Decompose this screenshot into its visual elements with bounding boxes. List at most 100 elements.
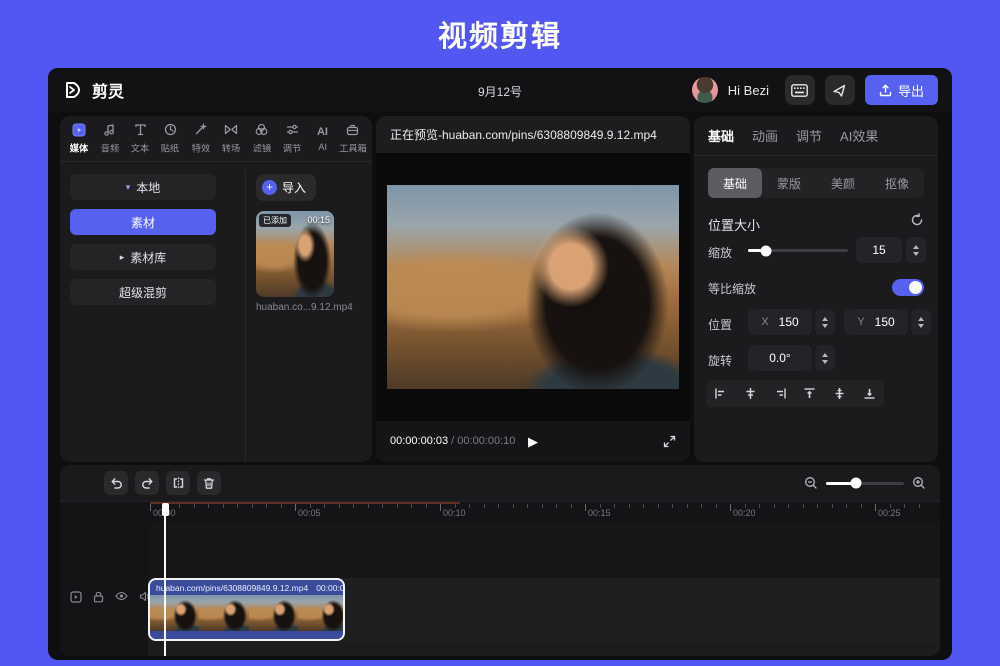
keyboard-icon bbox=[791, 84, 808, 97]
export-label: 导出 bbox=[898, 81, 924, 100]
tab-adjustment[interactable]: 调节 bbox=[796, 126, 822, 145]
position-size-title: 位置大小 bbox=[708, 215, 760, 234]
timeline-ruler[interactable]: 00:00 00:05 00:10 00:15 00:20 00:25 bbox=[60, 501, 940, 523]
caret-right-icon: ▸ bbox=[120, 252, 125, 263]
redo-icon bbox=[141, 477, 154, 489]
position-x-stepper[interactable] bbox=[815, 309, 835, 335]
import-button[interactable]: + 导入 bbox=[256, 174, 316, 201]
timeline-zoom-slider[interactable] bbox=[826, 482, 904, 485]
chevron-up-icon bbox=[913, 245, 919, 249]
timeline-zoom-knob[interactable] bbox=[850, 478, 861, 489]
reset-button[interactable] bbox=[910, 213, 924, 227]
tab-text[interactable]: 文本 bbox=[125, 116, 155, 161]
zoom-out-icon[interactable] bbox=[804, 476, 818, 490]
position-y-stepper[interactable] bbox=[911, 309, 931, 335]
play-button[interactable]: ▶ bbox=[528, 434, 538, 450]
scale-value-input[interactable]: 15 bbox=[856, 237, 902, 263]
export-button[interactable]: 导出 bbox=[865, 75, 938, 105]
segment-mask[interactable]: 蒙版 bbox=[762, 168, 816, 198]
tab-transition[interactable]: 转场 bbox=[216, 116, 246, 161]
timeline-clip[interactable]: huaban.com/pins/6308809849.9.12.mp4 00:0… bbox=[148, 578, 345, 641]
inspector-tab-bar: 基础 动画 调节 AI效果 bbox=[694, 116, 938, 156]
align-top-button[interactable] bbox=[795, 380, 825, 407]
rotate-label: 旋转 bbox=[708, 352, 732, 369]
align-center-v-button[interactable] bbox=[825, 380, 855, 407]
scale-stepper[interactable] bbox=[906, 237, 926, 263]
timeline-tracks: huaban.com/pins/6308809849.9.12.mp4 00:0… bbox=[60, 523, 940, 656]
align-left-button[interactable] bbox=[706, 380, 736, 407]
preview-viewport[interactable] bbox=[376, 154, 690, 420]
nav-local[interactable]: ▾ 本地 bbox=[70, 174, 216, 200]
tab-effects[interactable]: 特效 bbox=[186, 116, 216, 161]
rotate-stepper[interactable] bbox=[815, 345, 835, 371]
empty-track[interactable] bbox=[148, 642, 940, 656]
chevron-up-icon bbox=[822, 317, 828, 321]
preview-video-frame[interactable] bbox=[387, 185, 679, 389]
position-y-input[interactable]: Y150 bbox=[844, 309, 908, 335]
playhead-grip[interactable] bbox=[162, 503, 169, 516]
chevron-down-icon bbox=[913, 252, 919, 256]
shortcuts-button[interactable] bbox=[785, 75, 815, 105]
toolbox-icon bbox=[345, 122, 360, 137]
tab-toolbox[interactable]: 工具箱 bbox=[338, 116, 368, 161]
timecode: 00:00:00:03 / 00:00:00:10 bbox=[390, 435, 515, 447]
preview-title: 正在预览-huaban.com/pins/6308809849.9.12.mp4 bbox=[390, 126, 657, 143]
nav-super-mix[interactable]: 超级混剪 bbox=[70, 279, 216, 305]
media-tab-bar: 媒体 音频 文本 贴纸 bbox=[60, 116, 372, 162]
media-thumbnail[interactable]: 已添加 00:15 bbox=[256, 211, 334, 297]
zoom-in-icon[interactable] bbox=[912, 476, 926, 490]
position-label: 位置 bbox=[708, 316, 732, 333]
uniform-scale-toggle[interactable] bbox=[892, 279, 924, 296]
nav-material-library[interactable]: ▸ 素材库 bbox=[70, 244, 216, 270]
align-center-h-button[interactable] bbox=[736, 380, 766, 407]
tab-basic[interactable]: 基础 bbox=[708, 126, 734, 145]
tab-audio[interactable]: 音频 bbox=[94, 116, 124, 161]
redo-button[interactable] bbox=[135, 471, 159, 495]
segment-keying[interactable]: 抠像 bbox=[870, 168, 924, 198]
user-avatar[interactable] bbox=[692, 77, 718, 103]
thumbnail-duration: 00:15 bbox=[307, 215, 330, 225]
tab-ai-effects[interactable]: AI效果 bbox=[840, 126, 878, 145]
media-icon bbox=[72, 122, 87, 137]
scale-slider-knob[interactable] bbox=[761, 245, 772, 256]
eye-icon[interactable] bbox=[115, 591, 128, 603]
tab-adjust[interactable]: 调节 bbox=[277, 116, 307, 161]
align-center-h-icon bbox=[744, 387, 757, 400]
scale-slider[interactable] bbox=[748, 249, 848, 252]
ai-icon: AI bbox=[315, 124, 330, 139]
thumbnail-filename: huaban.co...9.12.mp4 bbox=[256, 302, 366, 313]
playhead[interactable] bbox=[164, 503, 166, 656]
segment-beauty[interactable]: 美颜 bbox=[816, 168, 870, 198]
align-center-v-icon bbox=[833, 387, 846, 400]
position-x-input[interactable]: X150 bbox=[748, 309, 812, 335]
sticker-icon bbox=[163, 122, 178, 137]
fullscreen-icon bbox=[663, 435, 676, 448]
tab-filter[interactable]: 滤镜 bbox=[246, 116, 276, 161]
split-button[interactable] bbox=[166, 471, 190, 495]
nav-material[interactable]: 素材 bbox=[70, 209, 216, 235]
align-top-icon bbox=[803, 387, 816, 400]
tab-ai[interactable]: AI AI bbox=[307, 116, 337, 161]
fullscreen-button[interactable] bbox=[663, 435, 676, 448]
rotate-input[interactable]: 0.0° bbox=[748, 345, 812, 371]
align-right-button[interactable] bbox=[765, 380, 795, 407]
timeline-toolbar bbox=[60, 465, 940, 501]
delete-button[interactable] bbox=[197, 471, 221, 495]
tab-animation[interactable]: 动画 bbox=[752, 126, 778, 145]
tab-sticker[interactable]: 贴纸 bbox=[155, 116, 185, 161]
lock-icon[interactable] bbox=[93, 591, 104, 603]
align-bottom-button[interactable] bbox=[854, 380, 884, 407]
user-greeting: Hi Bezi bbox=[728, 83, 769, 98]
text-icon bbox=[133, 122, 148, 137]
undo-button[interactable] bbox=[104, 471, 128, 495]
page-title: 视频剪辑 bbox=[0, 13, 1000, 55]
tab-media[interactable]: 媒体 bbox=[64, 116, 94, 161]
clip-duration: 00:00:00:15 bbox=[316, 583, 345, 593]
caret-down-icon: ▾ bbox=[126, 182, 131, 193]
chevron-down-icon bbox=[918, 324, 924, 328]
segment-basic[interactable]: 基础 bbox=[708, 168, 762, 198]
alignment-toolbar bbox=[706, 380, 884, 407]
share-button[interactable] bbox=[825, 75, 855, 105]
total-time: 00:00:00:10 bbox=[457, 435, 515, 447]
chevron-up-icon bbox=[822, 353, 828, 357]
